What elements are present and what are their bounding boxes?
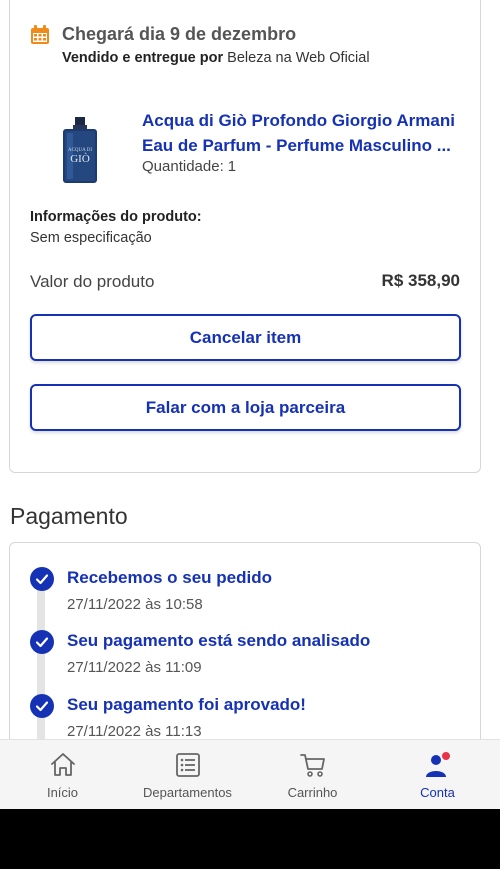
home-icon xyxy=(50,753,75,776)
seller-name: Beleza na Web Oficial xyxy=(227,50,370,66)
price-value: R$ 358,90 xyxy=(381,271,460,290)
price-label: Valor do produto xyxy=(30,272,155,291)
payment-step-date: 27/11/2022 às 11:13 xyxy=(67,723,202,740)
check-icon xyxy=(30,694,54,718)
quantity-label: Quantidade: xyxy=(142,158,224,175)
product-info-label: Informações do produto: xyxy=(30,209,202,225)
list-icon xyxy=(175,753,200,777)
nav-label-departments: Departamentos xyxy=(143,785,232,800)
bottom-navigation: Início Departamentos Carrinho Conta xyxy=(0,739,500,809)
account-icon xyxy=(425,752,450,777)
payment-step-title: Seu pagamento foi aprovado! xyxy=(67,695,306,714)
product-name-line-2: Eau de Parfum - Perfume Masculino ... xyxy=(142,136,451,155)
check-icon xyxy=(30,567,54,591)
product-quantity: Quantidade: 1 xyxy=(142,158,236,175)
payment-step-title: Recebemos o seu pedido xyxy=(67,568,272,587)
svg-text:GIÒ: GIÒ xyxy=(70,153,90,165)
product-name-line-1: Acqua di Giò Profondo Giorgio Armani xyxy=(142,111,455,130)
payment-step-date: 27/11/2022 às 11:09 xyxy=(67,659,202,676)
nav-item-cart[interactable]: Carrinho xyxy=(250,740,375,809)
delivery-date-title: Chegará dia 9 de dezembro xyxy=(62,24,297,44)
payment-step-title: Seu pagamento está sendo analisado xyxy=(67,631,371,650)
delivery-info: Chegará dia 9 de dezembro xyxy=(30,24,296,45)
nav-label-account: Conta xyxy=(420,785,455,800)
check-icon xyxy=(30,630,54,654)
contact-store-button[interactable]: Falar com a loja parceira xyxy=(30,384,461,431)
nav-label-cart: Carrinho xyxy=(287,785,338,800)
nav-label-home: Início xyxy=(46,785,79,800)
product-info-value: Sem especificação xyxy=(30,230,152,246)
payment-section-title: Pagamento xyxy=(10,503,128,529)
order-item-card: Chegará dia 9 de dezembro Vendido e entr… xyxy=(9,0,481,473)
order-details-screen: Chegará dia 9 de dezembro Vendido e entr… xyxy=(0,0,500,809)
nav-item-account[interactable]: Conta xyxy=(375,740,500,809)
nav-item-departments[interactable]: Departamentos xyxy=(125,740,250,809)
seller-prefix: Vendido e entregue por xyxy=(62,50,224,66)
timeline-line xyxy=(37,583,45,743)
product-image[interactable]: ACQUA DI GIÒ xyxy=(60,117,100,183)
quantity-value: 1 xyxy=(227,158,237,175)
seller-info: Vendido e entregue por Beleza na Web Ofi… xyxy=(62,50,370,66)
nav-item-home[interactable]: Início xyxy=(0,740,125,809)
calendar-icon xyxy=(31,24,49,44)
product-name-link[interactable]: Acqua di Giò Profondo Giorgio Armani Eau… xyxy=(142,108,472,158)
cancel-item-button[interactable]: Cancelar item xyxy=(30,314,461,361)
cart-icon xyxy=(299,754,325,777)
payment-step-date: 27/11/2022 às 10:58 xyxy=(67,596,203,613)
